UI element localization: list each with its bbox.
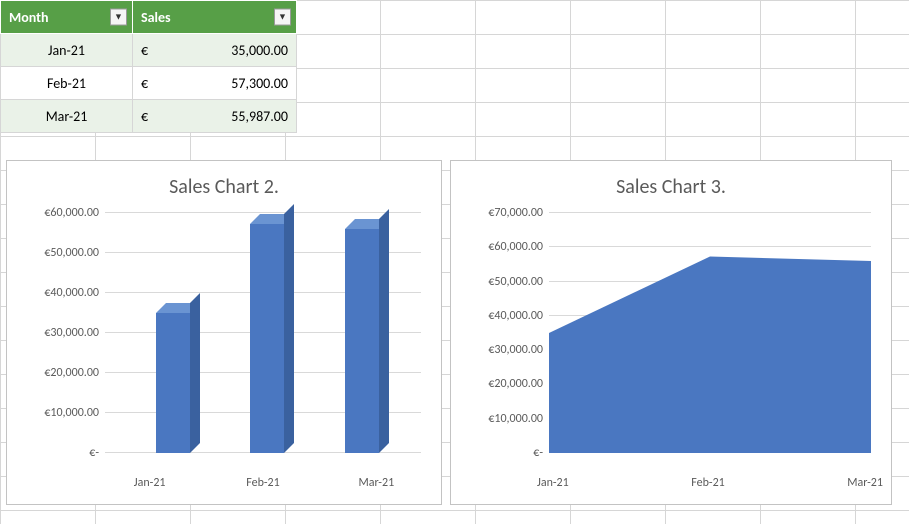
y-tick: €50,000.00: [19, 246, 99, 260]
x-axis: Jan-21 Feb-21 Mar-21: [93, 476, 433, 496]
y-tick: €20,000.00: [19, 366, 99, 380]
cell-sales[interactable]: € 35,000.00: [133, 34, 297, 67]
y-tick: €20,000.00: [463, 377, 543, 391]
bar-mar: [345, 229, 379, 453]
chart-title: Sales Chart 2.: [19, 175, 429, 199]
cell-month[interactable]: Feb-21: [1, 67, 133, 100]
cell-amount: 55,987.00: [231, 108, 288, 125]
currency-symbol: €: [141, 75, 148, 92]
y-tick: €10,000.00: [19, 406, 99, 420]
cell-amount: 35,000.00: [231, 42, 288, 59]
chart-plot-area: €- €10,000.00 €20,000.00 €30,000.00 €40,…: [549, 213, 871, 453]
chart-title: Sales Chart 3.: [463, 175, 879, 199]
cell-sales[interactable]: € 57,300.00: [133, 67, 297, 100]
y-tick: €60,000.00: [19, 206, 99, 220]
x-label: Mar-21: [320, 476, 433, 496]
filter-dropdown-icon[interactable]: ▼: [110, 9, 127, 26]
y-tick: €-: [19, 446, 99, 460]
cell-amount: 57,300.00: [231, 75, 288, 92]
cell-month[interactable]: Jan-21: [1, 34, 133, 67]
header-month[interactable]: Month ▼: [1, 1, 133, 34]
cell-month[interactable]: Mar-21: [1, 100, 133, 133]
y-tick: €40,000.00: [19, 286, 99, 300]
chart-2[interactable]: Sales Chart 2. €- €10,000.00 €20,000.00 …: [6, 160, 442, 505]
x-label: Feb-21: [691, 476, 724, 496]
table-row[interactable]: Jan-21 € 35,000.00: [1, 34, 297, 67]
y-tick: €10,000.00: [463, 412, 543, 426]
header-sales[interactable]: Sales ▼: [133, 1, 297, 34]
header-month-label: Month: [9, 9, 49, 26]
sales-table: Month ▼ Sales ▼ Jan-21 € 35,000.00 Feb-2…: [0, 0, 297, 133]
y-tick: €30,000.00: [463, 343, 543, 357]
header-sales-label: Sales: [141, 9, 171, 26]
cell-sales[interactable]: € 55,987.00: [133, 100, 297, 133]
y-tick: €60,000.00: [463, 240, 543, 254]
table-row[interactable]: Feb-21 € 57,300.00: [1, 67, 297, 100]
x-label: Jan-21: [537, 476, 569, 496]
y-tick: €70,000.00: [463, 206, 543, 220]
table-row[interactable]: Mar-21 € 55,987.00: [1, 100, 297, 133]
y-tick: €30,000.00: [19, 326, 99, 340]
y-tick: €40,000.00: [463, 309, 543, 323]
bar-jan: [156, 313, 190, 453]
currency-symbol: €: [141, 42, 148, 59]
x-axis: Jan-21 Feb-21 Mar-21: [537, 476, 883, 496]
y-tick: €-: [463, 446, 543, 460]
chart-3[interactable]: Sales Chart 3. €- €10,000.00 €20,000.00 …: [450, 160, 892, 505]
x-label: Mar-21: [847, 476, 883, 496]
x-label: Feb-21: [206, 476, 319, 496]
area-series: [549, 213, 871, 453]
chart-plot-area: €- €10,000.00 €20,000.00 €30,000.00 €40,…: [105, 213, 421, 453]
currency-symbol: €: [141, 108, 148, 125]
y-tick: €50,000.00: [463, 275, 543, 289]
filter-dropdown-icon[interactable]: ▼: [274, 9, 291, 26]
bar-feb: [250, 224, 284, 453]
x-label: Jan-21: [93, 476, 206, 496]
